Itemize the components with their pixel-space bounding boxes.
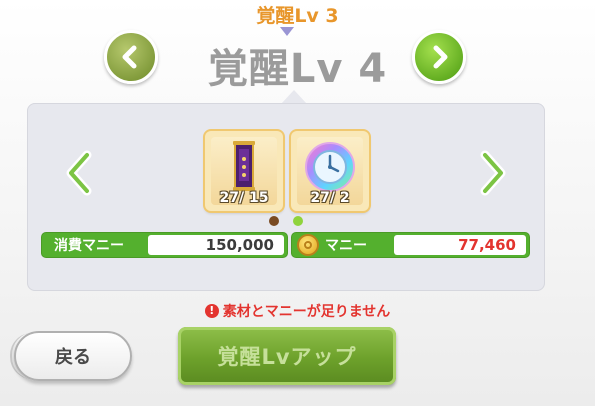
awaken-button-label: 覚醒Lvアップ bbox=[217, 345, 357, 369]
next-awaken-level: 覚醒Lv 4 bbox=[207, 46, 388, 92]
chevron-left-icon bbox=[122, 45, 137, 69]
warning-text: 素材とマニーが足りません bbox=[222, 304, 391, 320]
material-count: 27/ 15 bbox=[219, 190, 269, 206]
cost-row: 消費マニー 150,000 bbox=[41, 232, 288, 258]
back-button[interactable]: 戻る bbox=[14, 331, 132, 381]
materials-prev-arrow-icon[interactable] bbox=[63, 150, 97, 196]
material-slot-clock[interactable]: 27/ 2 bbox=[291, 131, 369, 211]
materials-panel bbox=[27, 103, 545, 291]
prev-level-button[interactable] bbox=[104, 30, 158, 84]
materials-next-arrow-icon[interactable] bbox=[475, 150, 509, 196]
page-indicator-dot-active bbox=[293, 216, 303, 226]
material-slot-scroll[interactable]: 27/ 15 bbox=[205, 131, 283, 211]
cost-value: 150,000 bbox=[148, 235, 284, 255]
panel-pointer bbox=[281, 90, 307, 104]
page-indicator-dot bbox=[269, 216, 279, 226]
money-value: 77,460 bbox=[394, 235, 526, 255]
money-row: マニー 77,460 bbox=[291, 232, 530, 258]
next-level-button[interactable] bbox=[412, 30, 466, 84]
awaken-level-up-button[interactable]: 覚醒Lvアップ bbox=[178, 327, 396, 385]
chevron-right-icon bbox=[433, 45, 448, 69]
alert-icon: ! bbox=[204, 304, 219, 318]
coin-icon bbox=[297, 234, 319, 256]
back-button-label: 戻る bbox=[55, 347, 91, 368]
cost-label: 消費マニー bbox=[54, 238, 124, 254]
money-label: マニー bbox=[325, 238, 367, 254]
current-awaken-level: 覚醒Lv 3 bbox=[256, 5, 339, 27]
material-count: 27/ 2 bbox=[310, 190, 350, 206]
warning-message: ! 素材とマニーが足りません bbox=[0, 301, 595, 321]
level-arrow-icon bbox=[280, 27, 294, 36]
